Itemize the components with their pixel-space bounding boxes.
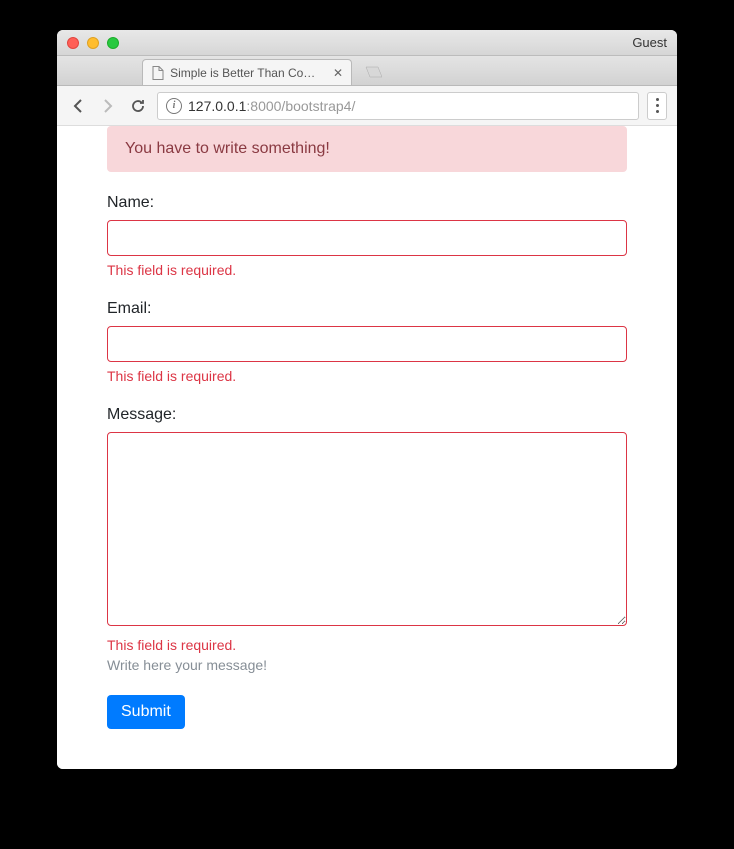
close-tab-icon[interactable]: ✕ (333, 66, 343, 80)
toolbar: i 127.0.0.1:8000/bootstrap4/ (57, 86, 677, 126)
close-window-button[interactable] (67, 37, 79, 49)
form-group-message: Message: This field is required. Write h… (107, 406, 627, 673)
traffic-lights (67, 37, 119, 49)
message-label: Message: (107, 406, 627, 424)
guest-label: Guest (632, 35, 667, 50)
address-bar[interactable]: i 127.0.0.1:8000/bootstrap4/ (157, 92, 639, 120)
forward-button[interactable] (97, 95, 119, 117)
url-text: 127.0.0.1:8000/bootstrap4/ (188, 98, 355, 114)
message-textarea[interactable] (107, 432, 627, 626)
menu-button[interactable] (647, 92, 667, 120)
minimize-window-button[interactable] (87, 37, 99, 49)
message-error: This field is required. (107, 637, 627, 653)
message-help: Write here your message! (107, 657, 627, 673)
new-tab-button[interactable] (360, 62, 384, 82)
url-path: :8000/bootstrap4/ (246, 98, 355, 114)
form-group-email: Email: This field is required. (107, 300, 627, 384)
form-group-name: Name: This field is required. (107, 194, 627, 278)
file-icon (151, 66, 164, 80)
name-input[interactable] (107, 220, 627, 256)
maximize-window-button[interactable] (107, 37, 119, 49)
back-button[interactable] (67, 95, 89, 117)
url-host: 127.0.0.1 (188, 98, 246, 114)
name-label: Name: (107, 194, 627, 212)
browser-window: Guest Simple is Better Than Complex ✕ i … (57, 30, 677, 769)
error-alert: You have to write something! (107, 126, 627, 172)
email-input[interactable] (107, 326, 627, 362)
email-error: This field is required. (107, 368, 627, 384)
tab-bar: Simple is Better Than Complex ✕ (57, 56, 677, 86)
name-error: This field is required. (107, 262, 627, 278)
reload-button[interactable] (127, 95, 149, 117)
browser-tab[interactable]: Simple is Better Than Complex ✕ (142, 59, 352, 85)
site-info-icon[interactable]: i (166, 98, 182, 114)
submit-button[interactable]: Submit (107, 695, 185, 729)
email-label: Email: (107, 300, 627, 318)
page-content: You have to write something! Name: This … (57, 126, 677, 769)
tab-title: Simple is Better Than Complex (170, 66, 325, 80)
titlebar: Guest (57, 30, 677, 56)
